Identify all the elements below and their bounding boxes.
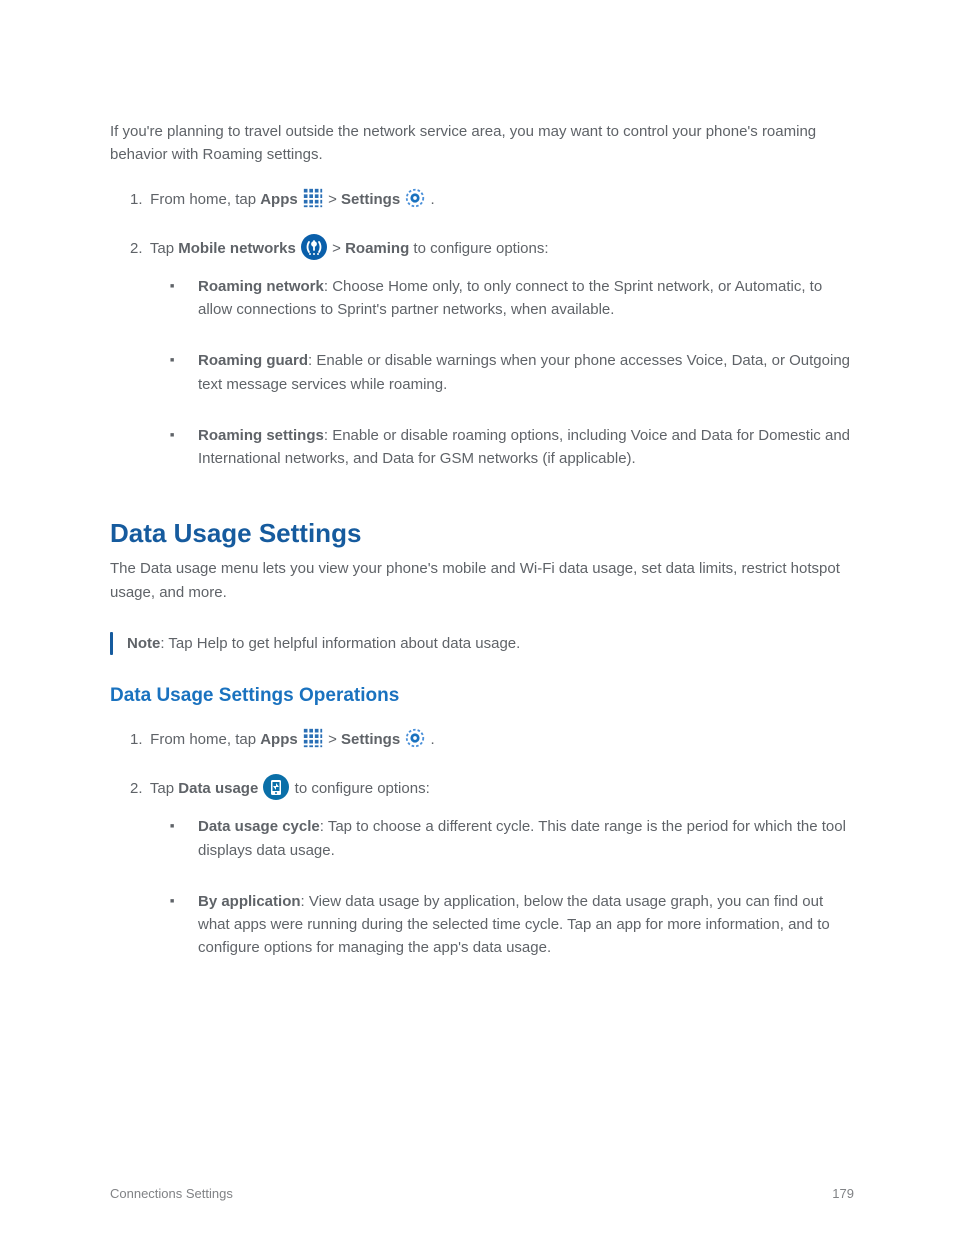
bullet-icon: ■ [170,424,178,448]
data-step-1: 1. From home, tap Apps > Settings [130,727,854,751]
bullet-title: Roaming settings [198,427,324,444]
step-number: 1. [130,728,146,751]
text: . [431,191,435,208]
data-usage-bullets: ■ Data usage cycle: Tap to choose a diff… [170,815,854,959]
data-step-2: 2. Tap Data usage to configure options: [130,773,854,801]
settings-label: Settings [341,191,400,208]
list-item: ■ Roaming network: Choose Home only, to … [170,275,854,322]
step-number: 2. [130,237,146,260]
text: From home, tap [150,731,260,748]
list-item: ■ Roaming guard: Enable or disable warni… [170,349,854,396]
bullet-title: Roaming network [198,278,324,295]
roaming-bullets: ■ Roaming network: Choose Home only, to … [170,275,854,471]
page: If you're planning to travel outside the… [0,0,954,1235]
bullet-title: Data usage cycle [198,818,320,835]
settings-gear-icon [404,727,426,749]
apps-label: Apps [260,731,298,748]
text: From home, tap [150,191,260,208]
data-usage-sub-heading: Data Usage Settings Operations [110,685,854,707]
data-usage-label: Data usage [178,780,258,797]
text: If you're planning to travel outside [110,123,338,140]
bullet-title: By application [198,893,301,910]
text: to configure options: [295,780,430,797]
roaming-intro: If you're planning to travel outside the… [110,120,854,167]
apps-grid-icon [302,727,324,749]
text: the network service area [338,123,501,140]
footer-section-title: Connections Settings [110,1186,233,1201]
mobile-networks-icon [300,233,328,261]
roaming-step-1: 1. From home, tap Apps > Settings [130,187,854,211]
text: Tap [150,240,178,257]
data-usage-desc: The Data usage menu lets you view your p… [110,557,854,604]
data-usage-heading: Data Usage Settings [110,518,854,549]
text: . [431,731,435,748]
text: s. [311,146,323,163]
note-label: Note [127,635,160,652]
text: > [328,731,341,748]
bullet-icon: ■ [170,275,178,299]
text: > [332,240,345,257]
text: to configure options: [413,240,548,257]
list-item: ■ Roaming settings: Enable or disable ro… [170,424,854,471]
bullet-desc: running [307,916,361,933]
step-number: 2. [130,777,146,800]
text: > [328,191,341,208]
list-item: ■ By application: View data usage by app… [170,890,854,960]
bullet-icon: ■ [170,815,178,839]
data-usage-icon [262,773,290,801]
apps-grid-icon [302,187,324,209]
text: Tap [150,780,178,797]
note: Note: Tap Help to get helpful informatio… [110,632,854,655]
bullet-icon: ■ [170,890,178,914]
step-number: 1. [130,188,146,211]
list-item: ■ Data usage cycle: Tap to choose a diff… [170,815,854,862]
apps-label: Apps [260,191,298,208]
bullet-icon: ■ [170,349,178,373]
roaming-label: Roaming [345,240,409,257]
note-body: : Tap Help to get helpful information ab… [160,635,520,652]
mobile-networks-label: Mobile networks [178,240,296,257]
bullet-title: Roaming guard [198,352,308,369]
roaming-step-2: 2. Tap Mobile networks > Roaming to conf… [130,233,854,261]
settings-gear-icon [404,187,426,209]
page-number: 179 [832,1186,854,1201]
note-bar-icon [110,632,113,655]
page-footer: Connections Settings 179 [0,1186,954,1201]
settings-label: Settings [341,731,400,748]
